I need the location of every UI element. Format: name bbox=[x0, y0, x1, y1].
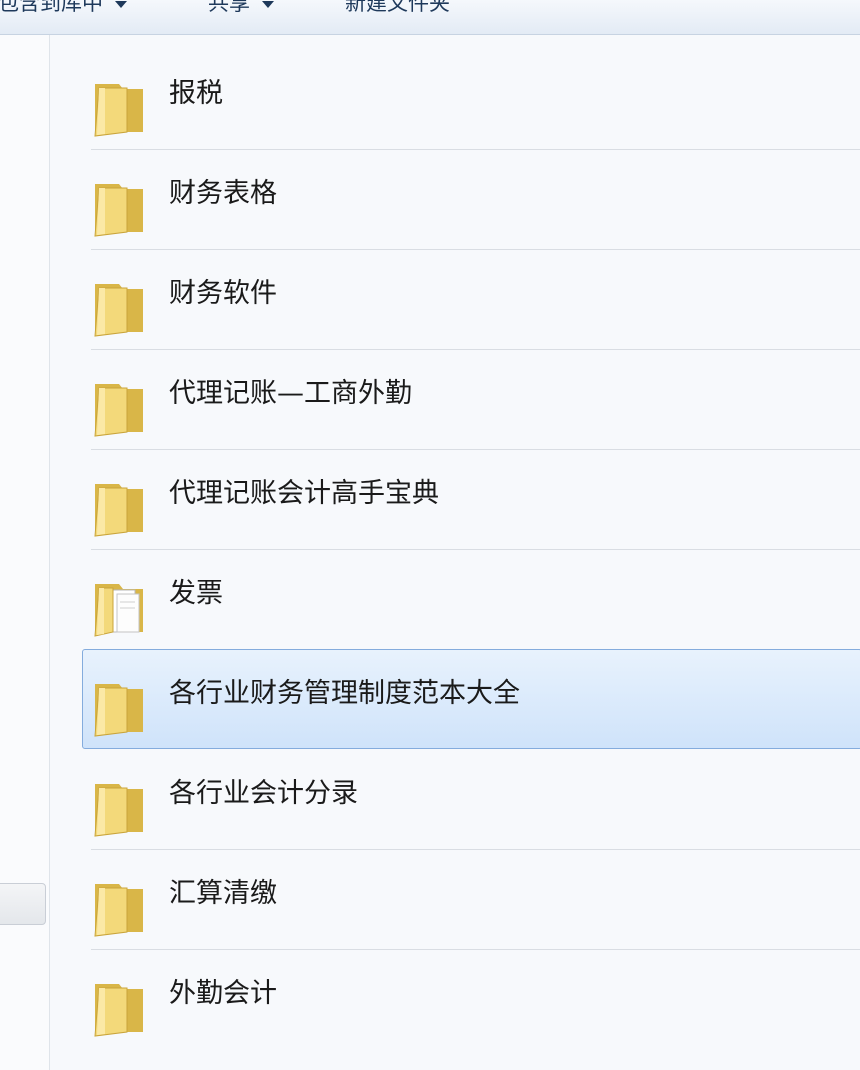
file-item[interactable]: 各行业会计分录 bbox=[83, 750, 860, 850]
navigation-pane[interactable] bbox=[0, 35, 50, 1070]
share-button[interactable]: 共享 bbox=[208, 0, 274, 18]
folder-with-documents-icon bbox=[94, 584, 143, 637]
folder-icon bbox=[94, 884, 143, 937]
file-item[interactable]: 代理记账会计高手宝典 bbox=[83, 450, 860, 550]
file-name: 财务软件 bbox=[169, 278, 277, 309]
command-bar: 包含到库中 共享 新建文件夹 bbox=[0, 0, 860, 35]
file-name: 发票 bbox=[169, 578, 223, 609]
share-label: 共享 bbox=[208, 0, 250, 15]
file-item[interactable]: 代理记账—工商外勤 bbox=[83, 350, 860, 450]
file-name: 代理记账会计高手宝典 bbox=[169, 478, 439, 509]
file-name: 财务表格 bbox=[169, 178, 277, 209]
file-name: 报税 bbox=[169, 78, 223, 109]
new-folder-button[interactable]: 新建文件夹 bbox=[345, 0, 450, 18]
nav-pane-scroll-handle[interactable] bbox=[0, 883, 46, 925]
file-name: 代理记账—工商外勤 bbox=[169, 378, 412, 409]
file-item-selected[interactable]: 各行业财务管理制度范本大全 bbox=[82, 649, 860, 749]
file-name: 各行业会计分录 bbox=[169, 778, 358, 809]
file-item[interactable]: 汇算清缴 bbox=[83, 850, 860, 950]
file-list[interactable]: 报税 财务表格 财务软件 代理记账—工商外勤 代理记账会计高手宝典 发票 各行业… bbox=[51, 35, 860, 1070]
file-item[interactable]: 报税 bbox=[83, 50, 860, 150]
include-in-library-label: 包含到库中 bbox=[0, 0, 103, 15]
folder-icon bbox=[94, 84, 143, 137]
file-name: 外勤会计 bbox=[169, 978, 277, 1009]
folder-icon bbox=[94, 784, 143, 837]
file-item[interactable]: 财务表格 bbox=[83, 150, 860, 250]
file-name: 各行业财务管理制度范本大全 bbox=[169, 678, 520, 709]
chevron-down-icon bbox=[115, 0, 127, 8]
folder-icon bbox=[94, 484, 143, 537]
explorer-window: 包含到库中 共享 新建文件夹 报税 财务表格 财务软件 代理记账—工商外勤 代理… bbox=[0, 0, 860, 1070]
chevron-down-icon bbox=[262, 0, 274, 8]
include-in-library-button[interactable]: 包含到库中 bbox=[0, 0, 127, 18]
file-name: 汇算清缴 bbox=[169, 878, 277, 909]
folder-icon bbox=[94, 984, 143, 1037]
folder-icon bbox=[94, 384, 143, 437]
new-folder-label: 新建文件夹 bbox=[345, 0, 450, 15]
file-item[interactable]: 财务软件 bbox=[83, 250, 860, 350]
folder-icon bbox=[94, 684, 143, 737]
folder-icon bbox=[94, 284, 143, 337]
file-item[interactable]: 外勤会计 bbox=[83, 950, 860, 1050]
file-item[interactable]: 发票 bbox=[83, 550, 860, 650]
folder-icon bbox=[94, 184, 143, 237]
